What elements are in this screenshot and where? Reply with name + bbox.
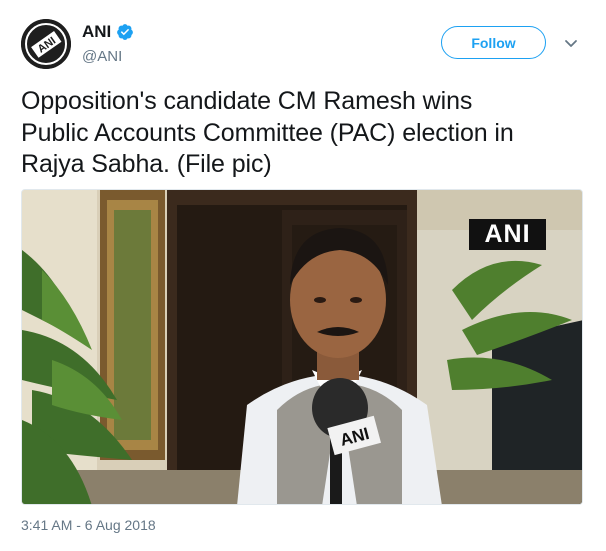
- tweet-text: Opposition's candidate CM Ramesh wins Pu…: [21, 86, 591, 181]
- account-name-row[interactable]: ANI: [82, 22, 134, 42]
- verified-badge-icon: [116, 23, 134, 41]
- account-handle[interactable]: @ANI: [82, 48, 122, 65]
- tweet-text-line: Public Accounts Committee (PAC) election…: [21, 118, 514, 147]
- tweet-text-line: Rajya Sabha. (File pic): [21, 150, 272, 178]
- display-name[interactable]: ANI: [82, 22, 111, 42]
- follow-button[interactable]: Follow: [441, 26, 546, 59]
- chevron-down-icon[interactable]: [563, 35, 579, 51]
- ani-logo-icon: ANI: [21, 19, 71, 69]
- media-watermark: ANI: [469, 219, 546, 250]
- tweet-card: ANI ANI @ANI Follow Opposition's candida…: [0, 0, 606, 551]
- avatar[interactable]: ANI: [21, 19, 71, 69]
- tweet-timestamp[interactable]: 3:41 AM - 6 Aug 2018: [21, 517, 156, 533]
- tweet-text-line: Opposition's candidate CM Ramesh wins: [21, 87, 473, 115]
